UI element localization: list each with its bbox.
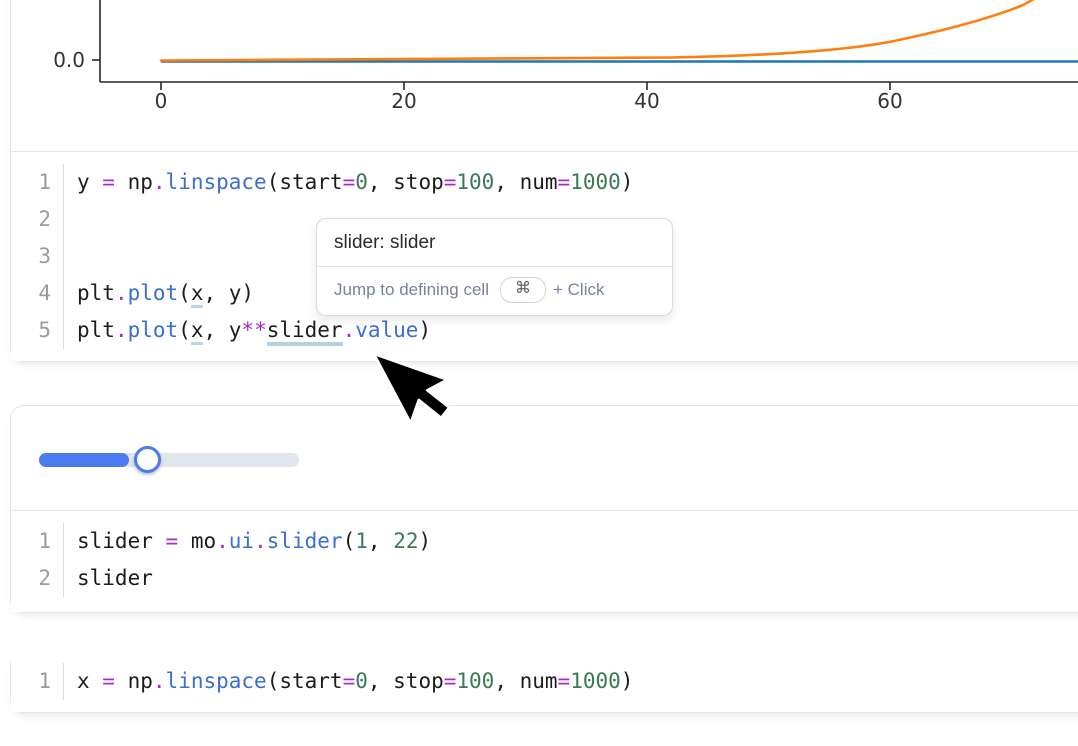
code-token: 1000 <box>570 669 621 693</box>
code-token: . <box>115 281 128 305</box>
code-line[interactable]: 5plt.plot(x, y**slider.value) <box>11 312 1078 349</box>
code-token: = <box>444 170 457 194</box>
hovered-variable-slider[interactable]: slider <box>267 318 343 346</box>
code-token: 22 <box>393 529 418 553</box>
line-number: 2 <box>11 201 63 238</box>
code-token: 100 <box>456 669 494 693</box>
jump-to-defining-cell-label: Jump to defining cell <box>334 280 489 300</box>
code-token: slider <box>267 529 343 553</box>
code-token: = <box>558 170 571 194</box>
y-tick-label: 0.0 <box>53 48 85 72</box>
code-token: np <box>115 170 153 194</box>
code-token: , y) <box>203 281 254 305</box>
tooltip-title: slider: slider <box>317 219 672 266</box>
code-token: , y <box>203 318 241 342</box>
code-token: = <box>343 669 356 693</box>
x-tick-label: 60 <box>877 89 902 113</box>
code-editor[interactable]: 1x = np.linspace(start=0, stop=100, num=… <box>11 652 1078 712</box>
code-token: (start <box>267 170 343 194</box>
code-token: x <box>77 669 102 693</box>
code-token: 100 <box>456 170 494 194</box>
code-token: , <box>368 529 393 553</box>
command-key-icon: ⌘ <box>500 277 546 303</box>
code-token: ** <box>241 318 266 342</box>
code-token: plt <box>77 318 115 342</box>
line-number: 3 <box>11 238 63 275</box>
code-token: ) <box>418 318 431 342</box>
line-number: 1 <box>11 663 63 700</box>
variable-tooltip: slider: slider Jump to defining cell ⌘ +… <box>316 218 673 316</box>
code-line[interactable]: 1x = np.linspace(start=0, stop=100, num=… <box>11 663 1078 700</box>
code-token: , stop <box>368 170 444 194</box>
reactive-variable-ref[interactable]: x <box>191 281 204 308</box>
matplotlib-chart: 0.0 0 20 40 60 <box>11 0 1078 153</box>
slider-output-area <box>11 406 1078 512</box>
x-tick-label: 0 <box>155 89 168 113</box>
code-token: = <box>166 529 179 553</box>
line-number: 1 <box>11 164 63 201</box>
code-token: ) <box>418 529 431 553</box>
code-token: . <box>115 318 128 342</box>
line-number: 4 <box>11 275 63 312</box>
code-line[interactable]: 1slider = mo.ui.slider(1, 22) <box>11 523 1078 560</box>
code-token: linspace <box>166 669 267 693</box>
code-token: ( <box>343 529 356 553</box>
code-token: plot <box>128 281 179 305</box>
slider-track[interactable] <box>39 453 299 467</box>
series-line-orange <box>161 0 1075 61</box>
code-token: ( <box>178 318 191 342</box>
code-token: 0 <box>355 170 368 194</box>
notebook-page: 0.0 0 20 40 60 1y = np.linspace(start=0,… <box>0 0 1078 746</box>
code-token: 1000 <box>570 170 621 194</box>
code-token: linspace <box>166 170 267 194</box>
code-token: , stop <box>368 669 444 693</box>
code-token: slider <box>77 566 153 590</box>
code-token: = <box>444 669 457 693</box>
cell-x-definition: 1x = np.linspace(start=0, stop=100, num=… <box>10 652 1078 713</box>
code-token: y <box>77 170 102 194</box>
code-token: plot <box>128 318 179 342</box>
code-token: slider <box>77 529 166 553</box>
x-tick-label: 40 <box>634 89 659 113</box>
cell-slider: 1slider = mo.ui.slider(1, 22)2slider <box>10 405 1078 613</box>
code-token: = <box>102 669 115 693</box>
tooltip-footer: Jump to defining cell ⌘ + Click <box>317 267 672 315</box>
code-token: (start <box>267 669 343 693</box>
slider-fill <box>39 453 129 467</box>
code-token: ui <box>229 529 254 553</box>
x-tick-label: 20 <box>391 89 416 113</box>
code-token: = <box>343 170 356 194</box>
code-token: . <box>343 318 356 342</box>
code-line[interactable]: 1y = np.linspace(start=0, stop=100, num=… <box>11 164 1078 201</box>
line-number: 1 <box>11 523 63 560</box>
code-token: . <box>153 669 166 693</box>
slider-handle[interactable] <box>134 446 161 473</box>
plot-output-area: 0.0 0 20 40 60 <box>11 0 1078 153</box>
mouse-cursor-icon <box>368 350 478 460</box>
code-token: ) <box>621 170 634 194</box>
tooltip-click-suffix: + Click <box>553 280 604 300</box>
reactive-variable-ref[interactable]: x <box>191 318 204 345</box>
code-token: np <box>115 669 153 693</box>
code-token: . <box>153 170 166 194</box>
code-token: value <box>355 318 418 342</box>
code-token: = <box>102 170 115 194</box>
code-editor[interactable]: 1slider = mo.ui.slider(1, 22)2slider <box>11 510 1078 612</box>
code-line[interactable]: 2 slider <box>11 560 1078 597</box>
code-token: mo <box>178 529 216 553</box>
code-token: ( <box>178 281 191 305</box>
code-token: , num <box>494 170 557 194</box>
code-token: . <box>216 529 229 553</box>
code-token: . <box>254 529 267 553</box>
line-number: 5 <box>11 312 63 349</box>
code-token: = <box>558 669 571 693</box>
line-number: 2 <box>11 560 63 597</box>
code-token: 0 <box>355 669 368 693</box>
code-token: , num <box>494 669 557 693</box>
code-token: ) <box>621 669 634 693</box>
code-token: 1 <box>355 529 368 553</box>
code-token: plt <box>77 281 115 305</box>
